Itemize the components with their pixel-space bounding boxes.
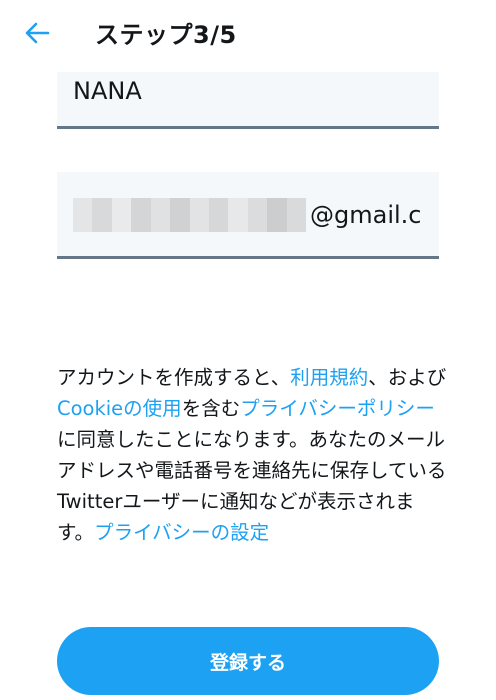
cookie-use-link[interactable]: Cookieの使用 <box>57 397 182 420</box>
email-domain-text: @gmail.c <box>310 201 422 229</box>
top-bar: ステップ3/5 <box>0 0 496 72</box>
page-title: ステップ3/5 <box>95 21 237 49</box>
arrow-left-icon <box>25 22 50 44</box>
privacy-policy-link[interactable]: プライバシーポリシー <box>240 397 435 420</box>
privacy-settings-link[interactable]: プライバシーの設定 <box>94 521 269 544</box>
terms-notice: アカウントを作成すると、利用規約、およびCookieの使用を含むプライバシーポリ… <box>57 366 447 544</box>
redacted-email-blur <box>73 198 307 232</box>
back-button[interactable] <box>22 18 52 48</box>
name-value: NANA <box>73 77 142 105</box>
terms-of-service-link[interactable]: 利用規約 <box>290 366 368 389</box>
email-value: @gmail.c <box>73 198 421 232</box>
signup-button[interactable]: 登録する <box>57 627 439 695</box>
email-field[interactable]: @gmail.c <box>57 172 439 259</box>
name-field[interactable]: NANA <box>57 70 439 129</box>
